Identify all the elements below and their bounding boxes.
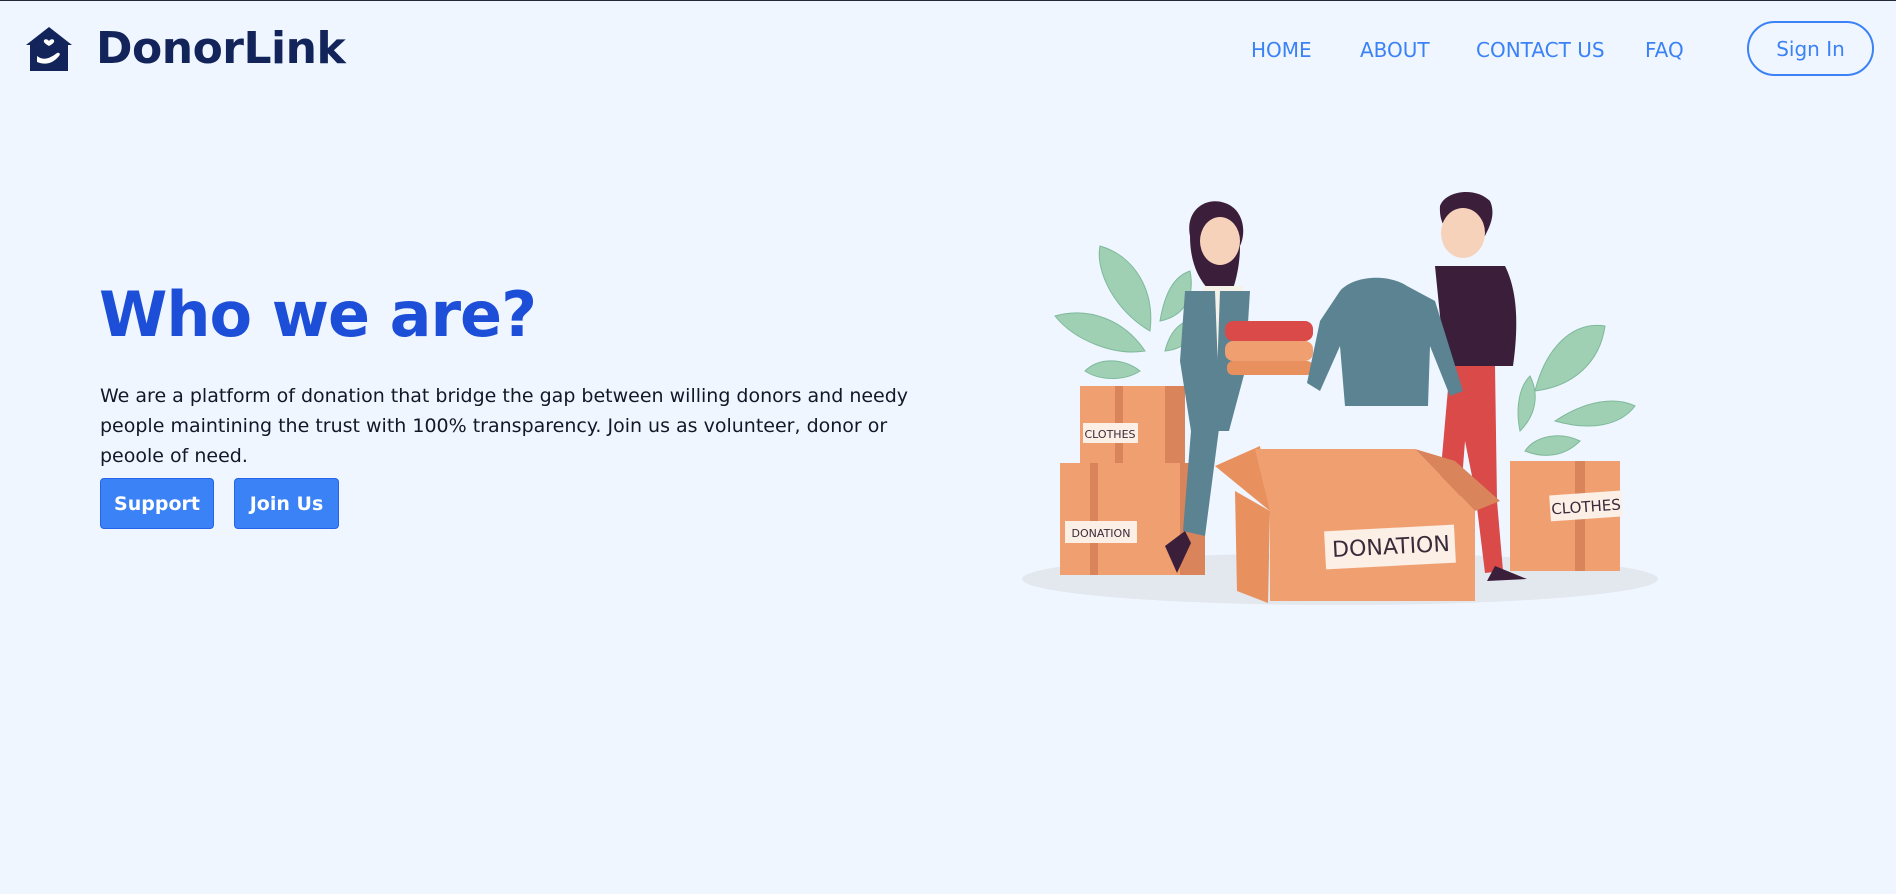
sign-in-button[interactable]: Sign In	[1747, 21, 1874, 76]
box-label-clothes-left: CLOTHES	[1085, 428, 1136, 441]
brand-name: DonorLink	[96, 23, 346, 74]
house-heart-hand-icon	[26, 27, 72, 71]
nav-faq[interactable]: FAQ	[1645, 37, 1684, 63]
hero-title: Who we are?	[99, 278, 537, 351]
donation-illustration: CLOTHES DONATION DONATION CLOTHES	[1022, 191, 1658, 605]
nav-about[interactable]: ABOUT	[1360, 37, 1430, 63]
nav-contact-us[interactable]: CONTACT US	[1476, 37, 1605, 63]
brand[interactable]: DonorLink	[24, 23, 346, 75]
box-clothes-right: CLOTHES	[1510, 461, 1623, 571]
nav-home[interactable]: HOME	[1251, 37, 1312, 63]
right-plant	[1517, 324, 1636, 456]
support-button[interactable]: Support	[100, 478, 214, 529]
navbar: DonorLink HOME ABOUT CONTACT US FAQ Sign…	[0, 1, 1896, 99]
hero-description: We are a platform of donation that bridg…	[100, 385, 909, 467]
box-clothes-left: CLOTHES	[1080, 386, 1185, 468]
join-us-button[interactable]: Join Us	[234, 478, 339, 529]
box-label-donation-left: DONATION	[1072, 527, 1131, 540]
box-donation-center: DONATION	[1215, 446, 1500, 603]
left-plant	[1054, 245, 1196, 379]
folded-clothes	[1225, 321, 1313, 375]
